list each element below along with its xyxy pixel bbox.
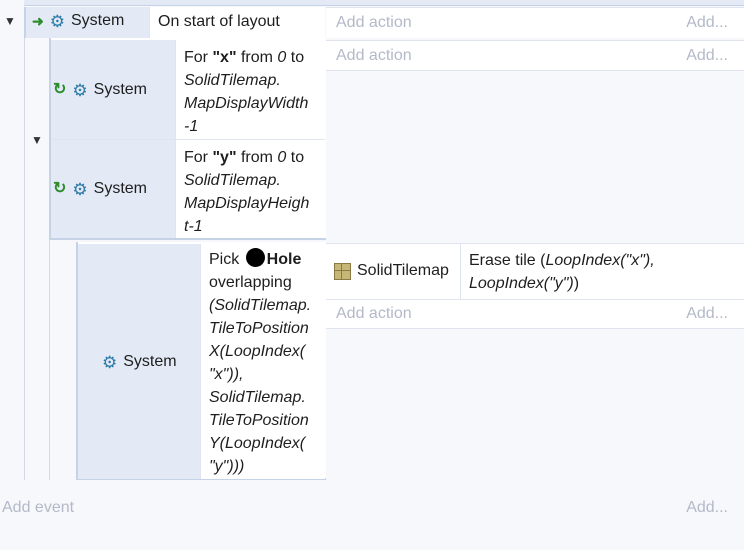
loop-icon: ↻ (53, 180, 67, 197)
for-end-expression: MapDisplayHeigh (184, 195, 310, 212)
trigger-arrow-icon: ➜ (32, 13, 44, 29)
add-action-link[interactable]: Add action (336, 14, 412, 32)
add-more-link[interactable]: Add... (686, 305, 728, 323)
for-prefix: For (184, 49, 213, 66)
pick-condition-line: SolidTilemap. (209, 389, 306, 406)
pick-condition-line: TileToPosition (209, 412, 309, 429)
gear-icon: ⚙ (72, 179, 88, 199)
gear-icon: ⚙ (49, 11, 65, 31)
for-variable: "x" (212, 49, 237, 66)
tree-line-outer (24, 38, 25, 480)
hole-object-icon (245, 248, 265, 267)
tilemap-icon (334, 262, 351, 280)
pick-word: Pick (209, 251, 244, 268)
gear-icon: ⚙ (72, 80, 88, 100)
event-2-action-area[interactable]: Add action Add... (326, 40, 744, 71)
pick-condition-line: "x")), (209, 366, 244, 383)
pick-condition-line: X(LoopIndex( (209, 343, 306, 360)
previous-block-edge (24, 0, 744, 6)
tree-line-inner (49, 240, 50, 480)
system-label: System (123, 353, 177, 370)
pick-condition-line: overlapping (209, 274, 292, 291)
for-end-expression: SolidTilemap. (184, 72, 281, 89)
for-end-expression: SolidTilemap. (184, 172, 281, 189)
event-1-condition-object[interactable]: ➜ ⚙ System (24, 7, 149, 38)
add-more-link[interactable]: Add... (686, 14, 728, 32)
add-more-link[interactable]: Add... (686, 47, 728, 65)
action-text: Erase tile ( (469, 252, 546, 269)
add-event-link[interactable]: Add event (2, 499, 74, 517)
event-1-condition-text[interactable]: On start of layout (149, 7, 325, 38)
event-4-add-action-row[interactable]: Add action Add... (326, 299, 744, 329)
for-end-expression: -1 (184, 118, 199, 135)
loop-icon: ↻ (53, 81, 67, 98)
pick-condition-line: Y(LoopIndex( (209, 435, 306, 452)
for-start-value: 0 (277, 149, 287, 166)
action-param-x: LoopIndex("x"), (545, 252, 655, 269)
add-action-link[interactable]: Add action (336, 47, 412, 65)
event-4-condition-object[interactable]: ⚙ System (78, 244, 200, 479)
add-more-link[interactable]: Add... (686, 499, 728, 517)
system-label: System (70, 12, 125, 29)
for-start-value: 0 (277, 49, 287, 66)
action-divider (460, 244, 461, 300)
for-to: to (286, 149, 305, 166)
event-4-action-row[interactable]: SolidTilemap Erase tile (LoopIndex("x"),… (326, 243, 744, 300)
event-1-action-area[interactable]: Add action Add... (326, 7, 744, 38)
hole-object-name: Hole (266, 251, 302, 268)
event-3-condition-text[interactable]: For "y" from 0 to SolidTilemap. MapDispl… (175, 140, 325, 238)
erase-tile-action[interactable]: Erase tile (LoopIndex("x"), LoopIndex("y… (469, 249, 655, 295)
for-prefix: For (184, 149, 213, 166)
for-variable: "y" (212, 149, 237, 166)
event-2-condition-object[interactable]: ↻ ⚙ System (51, 40, 175, 139)
pick-condition-line: (SolidTilemap. (209, 297, 312, 314)
for-end-expression: MapDisplayWidth (184, 95, 309, 112)
condition-on-start-of-layout: On start of layout (158, 13, 280, 30)
for-from: from (236, 149, 278, 166)
gear-icon: ⚙ (102, 352, 118, 372)
event-3-condition-object[interactable]: ↻ ⚙ System (51, 140, 175, 238)
collapse-event-2-icon[interactable]: ▼ (31, 133, 43, 147)
event-4-condition-text[interactable]: Pick Hole overlapping (SolidTilemap. Til… (200, 244, 325, 479)
event-2-condition-text[interactable]: For "x" from 0 to SolidTilemap. MapDispl… (175, 40, 325, 139)
pick-condition-line: "y"))) (209, 458, 245, 475)
action-object-name: SolidTilemap (357, 262, 449, 279)
for-to: to (286, 49, 305, 66)
action-param-y: LoopIndex("y") (469, 275, 574, 292)
system-label: System (93, 81, 147, 98)
add-event-row[interactable]: Add event Add... (0, 490, 744, 526)
action-close-paren: ) (573, 275, 580, 292)
collapse-event-1-icon[interactable]: ▼ (4, 14, 16, 28)
for-end-expression: t-1 (184, 218, 203, 235)
system-label: System (93, 180, 147, 197)
add-action-link[interactable]: Add action (336, 305, 412, 323)
for-from: from (236, 49, 278, 66)
pick-condition-line: TileToPosition (209, 320, 309, 337)
